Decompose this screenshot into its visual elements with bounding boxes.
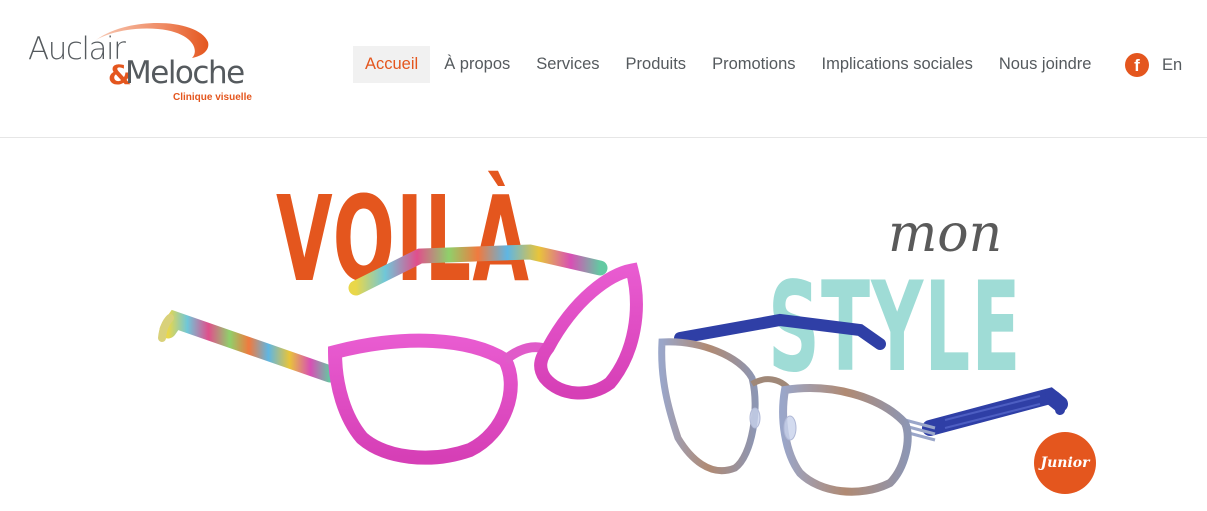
nav-item-a-propos[interactable]: À propos <box>432 46 522 83</box>
facebook-icon[interactable]: f <box>1125 53 1149 77</box>
hero-glasses-illustration <box>158 244 1068 496</box>
blue-metal-glasses <box>658 313 1068 496</box>
hero-banner: VOILÀ mon STYLE Junior <box>0 138 1207 511</box>
nav-item-accueil[interactable]: Accueil <box>353 46 431 83</box>
pink-glasses <box>158 244 643 465</box>
main-nav: Accueil À propos Services Produits Promo… <box>353 46 1105 83</box>
nav-item-nous-joindre[interactable]: Nous joindre <box>987 46 1104 83</box>
nav-item-produits[interactable]: Produits <box>614 46 699 83</box>
logo-word-meloche: Meloche <box>125 55 245 91</box>
nav-item-services[interactable]: Services <box>524 46 611 83</box>
logo-tagline: Clinique visuelle <box>173 92 252 103</box>
language-switch-link[interactable]: En <box>1162 53 1182 77</box>
site-header: Auclair & Meloche Clinique visuelle Accu… <box>0 0 1207 138</box>
junior-badge: Junior <box>1034 432 1096 494</box>
nav-item-promotions[interactable]: Promotions <box>700 46 807 83</box>
nav-item-implications-sociales[interactable]: Implications sociales <box>810 46 985 83</box>
site-logo[interactable]: Auclair & Meloche Clinique visuelle <box>28 20 253 110</box>
